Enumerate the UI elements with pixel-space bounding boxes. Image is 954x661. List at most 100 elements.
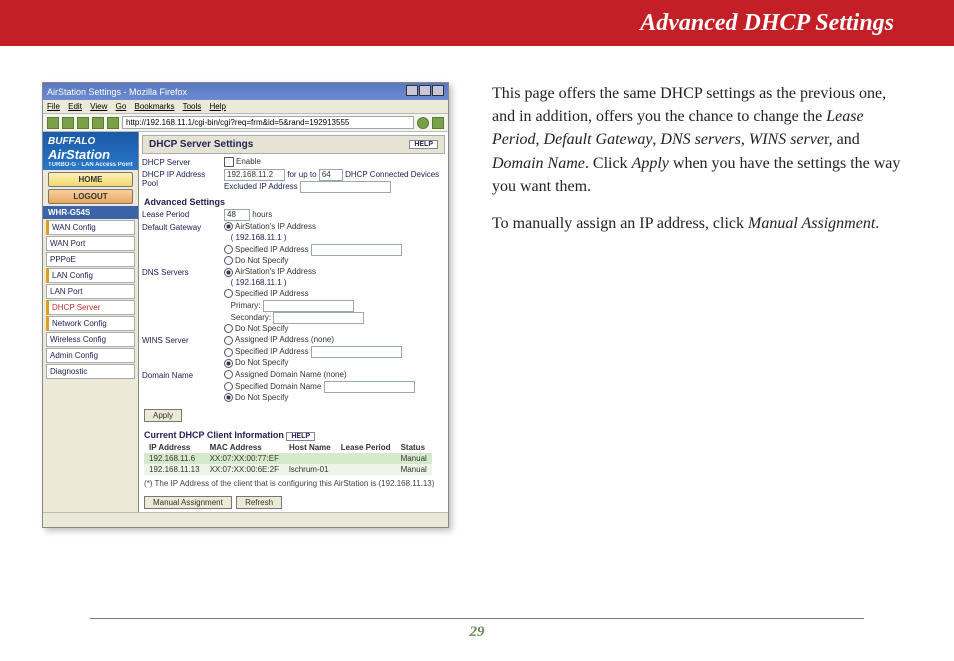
dhcp-server-label: DHCP Server: [142, 157, 220, 167]
model-label: WHR-G54S: [43, 206, 138, 219]
dns-label: DNS Servers: [142, 267, 220, 277]
gw-radio-airstation[interactable]: [224, 222, 233, 231]
window-titlebar: AirStation Settings - Mozilla Firefox: [43, 83, 448, 100]
dns-primary-input[interactable]: [263, 300, 354, 312]
gw-radio-specified[interactable]: [224, 245, 233, 254]
gw-opt3: Do Not Specify: [235, 256, 288, 265]
home-button[interactable]: HOME: [48, 172, 133, 187]
pool-note: DHCP Connected Devices: [345, 170, 439, 179]
menu-go[interactable]: Go: [116, 102, 127, 111]
panel-heading: DHCP Server Settings: [149, 139, 253, 150]
nav-diagnostic[interactable]: Diagnostic: [46, 364, 135, 379]
menu-help[interactable]: Help: [210, 102, 226, 111]
home-icon[interactable]: [107, 117, 119, 129]
gw-radio-none[interactable]: [224, 256, 233, 265]
domain-label: Domain Name: [142, 370, 220, 380]
em-dns: DNS servers: [660, 131, 740, 148]
url-toolbar: http://192.168.11.1/cgi-bin/cgi?req=frm&…: [43, 114, 448, 132]
dhcp-enable-checkbox[interactable]: [224, 157, 234, 167]
screenshot: AirStation Settings - Mozilla Firefox Fi…: [42, 82, 449, 528]
menu-tools[interactable]: Tools: [183, 102, 202, 111]
dns-radio-none[interactable]: [224, 324, 233, 333]
dhcp-enable-text: Enable: [236, 157, 261, 166]
nav-lan-config[interactable]: LAN Config: [46, 268, 135, 283]
clients-help-button[interactable]: HELP: [286, 432, 315, 441]
domain-radio-none[interactable]: [224, 393, 233, 402]
apply-button[interactable]: Apply: [144, 409, 182, 422]
gw-opt1-ip: ( 192.168.11.1 ): [231, 233, 287, 242]
lease-label: Lease Period: [142, 209, 220, 219]
refresh-button[interactable]: Refresh: [236, 496, 282, 509]
excluded-input[interactable]: [300, 181, 391, 193]
dns-secondary-input[interactable]: [273, 312, 364, 324]
gw-opt2: Specified IP Address: [235, 245, 309, 254]
help-button[interactable]: HELP: [409, 140, 438, 149]
domain-opt2: Specified Domain Name: [235, 382, 321, 391]
brand-top: BUFFALO: [48, 136, 95, 147]
gw-specified-input[interactable]: [311, 244, 402, 256]
nav-wireless-config[interactable]: Wireless Config: [46, 332, 135, 347]
main-panel: DHCP Server Settings HELP DHCP Server En…: [139, 132, 448, 512]
lease-input[interactable]: 48: [224, 209, 250, 221]
nav-dhcp-server[interactable]: DHCP Server: [46, 300, 135, 315]
col-mac: MAC Address: [205, 442, 284, 453]
reload-icon[interactable]: [77, 117, 89, 129]
menu-edit[interactable]: Edit: [68, 102, 82, 111]
advanced-heading: Advanced Settings: [144, 197, 445, 207]
em-apply: Apply: [632, 155, 669, 172]
col-ip: IP Address: [144, 442, 205, 453]
page-number: 29: [470, 624, 485, 640]
forward-icon[interactable]: [62, 117, 74, 129]
nav-pppoe[interactable]: PPPoE: [46, 252, 135, 267]
wins-radio-specified[interactable]: [224, 348, 233, 357]
nav-wan-port[interactable]: WAN Port: [46, 236, 135, 251]
domain-radio-assigned[interactable]: [224, 370, 233, 379]
clients-table: IP Address MAC Address Host Name Lease P…: [144, 442, 432, 475]
domain-specified-input[interactable]: [324, 381, 415, 393]
gw-opt1: AirStation's IP Address: [235, 222, 316, 231]
pool-count-input[interactable]: 64: [319, 169, 343, 181]
window-title: AirStation Settings - Mozilla Firefox: [47, 87, 187, 97]
pool-start-input[interactable]: 192.168.11.2: [224, 169, 285, 181]
em-wins: WINS serve: [749, 131, 824, 148]
page-footer: 29: [0, 618, 954, 641]
nav-network-config[interactable]: Network Config: [46, 316, 135, 331]
dns-opt3: Do Not Specify: [235, 324, 288, 333]
wins-label: WINS Server: [142, 335, 220, 345]
dns-radio-specified[interactable]: [224, 289, 233, 298]
browser-menubar: File Edit View Go Bookmarks Tools Help: [43, 100, 448, 114]
em-domain: Domain Name: [492, 155, 585, 172]
dns-secondary-label: Secondary:: [231, 313, 271, 322]
dns-opt1: AirStation's IP Address: [235, 267, 316, 276]
wins-radio-assigned[interactable]: [224, 336, 233, 345]
menu-bookmarks[interactable]: Bookmarks: [135, 102, 175, 111]
nav-menu: WAN Config WAN Port PPPoE LAN Config LAN…: [43, 220, 138, 379]
excluded-label: Excluded IP Address: [224, 182, 298, 191]
dns-opt1-ip: ( 192.168.11.1 ): [231, 278, 287, 287]
wins-opt2: Specified IP Address: [235, 347, 309, 356]
menu-view[interactable]: View: [90, 102, 107, 111]
pool-for-text: for up to: [287, 170, 316, 179]
browser-statusbar: [43, 512, 448, 527]
table-row: 192.168.11.13 XX:07:XX:00:6E:2F lschrum-…: [144, 464, 432, 475]
url-input[interactable]: http://192.168.11.1/cgi-bin/cgi?req=frm&…: [122, 116, 414, 129]
footnote: (*) The IP Address of the client that is…: [144, 479, 443, 488]
go-icon[interactable]: [417, 117, 429, 129]
nav-lan-port[interactable]: LAN Port: [46, 284, 135, 299]
wins-specified-input[interactable]: [311, 346, 402, 358]
nav-wan-config[interactable]: WAN Config: [46, 220, 135, 235]
nav-admin-config[interactable]: Admin Config: [46, 348, 135, 363]
back-icon[interactable]: [47, 117, 59, 129]
col-status: Status: [396, 442, 432, 453]
menu-file[interactable]: File: [47, 102, 60, 111]
search-icon[interactable]: [432, 117, 444, 129]
wins-radio-none[interactable]: [224, 359, 233, 368]
header-bar: Advanced DHCP Settings: [0, 0, 954, 46]
manual-assignment-button[interactable]: Manual Assignment: [144, 496, 232, 509]
domain-radio-specified[interactable]: [224, 382, 233, 391]
table-row: 192.168.11.6 XX:07:XX:00:77:EF Manual: [144, 453, 432, 464]
logout-button[interactable]: LOGOUT: [48, 189, 133, 204]
dns-radio-airstation[interactable]: [224, 268, 233, 277]
body-text: This page offers the same DHCP settings …: [492, 82, 912, 528]
stop-icon[interactable]: [92, 117, 104, 129]
